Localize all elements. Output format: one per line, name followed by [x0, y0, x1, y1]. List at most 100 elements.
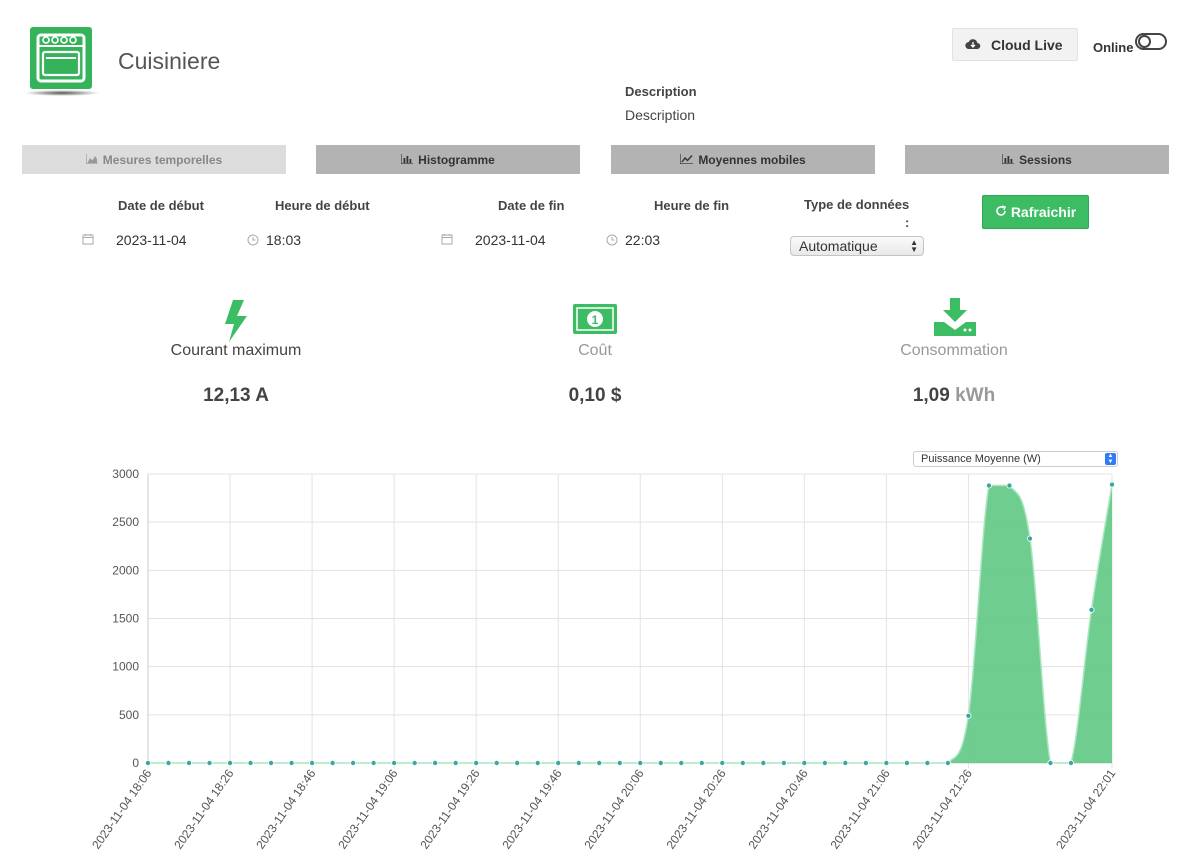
x-tick-label: 2023-11-04 18:26 — [171, 766, 236, 851]
y-tick-label: 1500 — [112, 612, 139, 626]
data-point — [883, 759, 890, 766]
data-point — [432, 759, 439, 766]
data-point — [801, 759, 808, 766]
data-point — [514, 759, 521, 766]
data-point — [616, 759, 623, 766]
cloud-live-label: Cloud Live — [991, 36, 1063, 53]
cloud-icon — [965, 37, 981, 53]
data-point — [760, 759, 767, 766]
data-point — [1006, 482, 1013, 489]
description-heading: Description — [625, 84, 697, 99]
oven-icon — [30, 27, 92, 89]
data-type-label: Type de données — [804, 197, 910, 212]
y-tick-label: 2000 — [112, 563, 139, 577]
data-point — [821, 759, 828, 766]
line-chart-icon — [679, 153, 694, 167]
calendar-icon — [441, 232, 453, 250]
data-type-colon: : — [905, 215, 910, 230]
x-tick-label: 2023-11-04 19:26 — [417, 766, 482, 851]
x-tick-label: 2023-11-04 19:06 — [335, 766, 400, 851]
data-point — [719, 759, 726, 766]
lightning-icon — [223, 300, 249, 347]
current-max-value: 12,13 A — [203, 385, 269, 406]
download-icon — [934, 298, 976, 341]
data-point — [247, 759, 254, 766]
data-point — [1088, 606, 1095, 613]
data-point — [555, 759, 562, 766]
start-date-input[interactable]: 2023-11-04 — [116, 232, 187, 248]
clock-icon — [247, 233, 259, 251]
data-point — [698, 759, 705, 766]
series-line — [148, 484, 1113, 764]
data-point — [186, 759, 193, 766]
y-tick-label: 2500 — [112, 515, 139, 529]
consumption-value-block: 1,09 kWh — [834, 385, 1074, 407]
data-point — [350, 759, 357, 766]
end-time-input[interactable]: 22:03 — [625, 232, 660, 248]
data-point — [862, 759, 869, 766]
data-point — [924, 759, 931, 766]
svg-text:1: 1 — [592, 313, 599, 327]
online-label: Online — [1093, 40, 1134, 55]
data-point — [1047, 759, 1054, 766]
data-type-value: Automatique — [799, 238, 878, 254]
data-point — [596, 759, 603, 766]
start-time-label: Heure de début — [275, 198, 370, 213]
refresh-button[interactable]: Rafraichir — [982, 195, 1089, 229]
data-point — [227, 759, 234, 766]
data-point — [739, 759, 746, 766]
x-tick-label: 2023-11-04 19:46 — [499, 766, 564, 851]
select-arrows-icon: ▲ ▼ — [910, 238, 918, 254]
y-tick-label: 500 — [119, 708, 139, 722]
data-point — [780, 759, 787, 766]
data-point — [637, 759, 644, 766]
start-time-input[interactable]: 18:03 — [266, 232, 301, 248]
cloud-live-button[interactable]: Cloud Live — [952, 28, 1078, 61]
data-type-select[interactable]: Automatique ▲ ▼ — [790, 236, 924, 256]
data-point — [370, 759, 377, 766]
consumption-value: 1,09 — [912, 385, 950, 406]
data-point — [391, 759, 398, 766]
data-point — [268, 759, 275, 766]
bar-chart-icon — [400, 153, 414, 167]
end-date-input[interactable]: 2023-11-04 — [475, 232, 546, 248]
data-point — [903, 759, 910, 766]
refresh-icon — [995, 204, 1007, 220]
data-point — [288, 759, 295, 766]
cost-title: Coût — [578, 342, 612, 359]
area-chart-icon — [85, 153, 98, 167]
tab-histogramme[interactable]: Histogramme — [316, 145, 580, 174]
x-tick-label: 2023-11-04 20:46 — [745, 766, 810, 851]
bar-chart-icon — [1001, 153, 1015, 167]
x-tick-label: 2023-11-04 22:01 — [1053, 766, 1118, 851]
data-point — [473, 759, 480, 766]
tab-label: Histogramme — [418, 152, 495, 167]
data-point — [329, 759, 336, 766]
x-tick-label: 2023-11-04 21:06 — [828, 766, 893, 851]
toggle-knob — [1138, 35, 1151, 48]
data-point — [452, 759, 459, 766]
data-point — [575, 759, 582, 766]
x-tick-label: 2023-11-04 21:26 — [910, 766, 975, 851]
cost-value: 0,10 $ — [568, 385, 622, 406]
data-point — [842, 759, 849, 766]
start-date-label: Date de début — [118, 198, 204, 213]
tab-sessions[interactable]: Sessions — [905, 145, 1169, 174]
x-tick-label: 2023-11-04 20:26 — [663, 766, 728, 851]
x-tick-label: 2023-11-04 20:06 — [581, 766, 646, 851]
online-toggle[interactable] — [1135, 33, 1167, 50]
device-icon-shadow — [24, 90, 100, 96]
device-name: Cuisiniere — [118, 48, 221, 74]
tab-mesures-temporelles[interactable]: Mesures temporelles — [22, 145, 286, 174]
x-tick-label: 2023-11-04 18:06 — [89, 766, 154, 851]
data-point — [493, 759, 500, 766]
data-point — [534, 759, 541, 766]
data-point — [206, 759, 213, 766]
tab-moyennes-mobiles[interactable]: Moyennes mobiles — [611, 145, 875, 174]
end-date-label: Date de fin — [498, 198, 565, 213]
data-point — [944, 759, 951, 766]
consumption-unit: kWh — [955, 385, 996, 406]
data-point — [985, 482, 992, 489]
money-icon: 1 — [572, 303, 618, 340]
x-tick-label: 2023-11-04 18:46 — [253, 766, 318, 851]
